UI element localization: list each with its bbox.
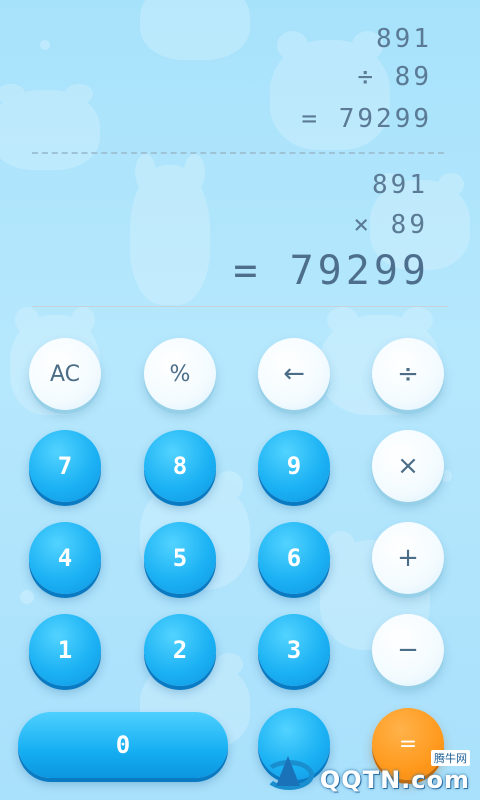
digit-2-label: 2 — [172, 636, 188, 664]
percent-label: % — [169, 361, 191, 387]
divide-button[interactable]: ÷ — [372, 338, 444, 410]
digit-7-label: 7 — [57, 452, 73, 480]
all-clear-button[interactable]: AC — [29, 338, 101, 410]
digit-1-button[interactable]: 1 — [29, 614, 101, 686]
digit-9-button[interactable]: 9 — [258, 430, 330, 502]
digit-5-button[interactable]: 5 — [144, 522, 216, 594]
minus-icon: − — [397, 635, 419, 665]
digit-6-label: 6 — [286, 544, 302, 572]
divide-icon: ÷ — [397, 359, 419, 389]
watermark-logo-icon — [263, 754, 316, 794]
watermark: 腾牛网 QQTN.com — [263, 750, 470, 794]
plus-button[interactable]: + — [372, 522, 444, 594]
current-operand-1: 891 — [372, 170, 428, 200]
all-clear-label: AC — [49, 361, 81, 387]
current-operand-2: × 89 — [353, 210, 428, 240]
watermark-chinese-text: 腾牛网 — [431, 750, 470, 766]
history-operand-1: 891 — [376, 24, 432, 54]
digit-8-button[interactable]: 8 — [144, 430, 216, 502]
digit-5-label: 5 — [172, 544, 188, 572]
watermark-site-text: QQTN.com — [319, 766, 470, 794]
digit-3-button[interactable]: 3 — [258, 614, 330, 686]
history-divider — [32, 152, 444, 154]
display-divider — [32, 306, 448, 307]
history-operand-2: ÷ 89 — [357, 62, 432, 92]
digit-8-label: 8 — [172, 452, 188, 480]
digit-7-button[interactable]: 7 — [29, 430, 101, 502]
digit-0-button[interactable]: 0 — [18, 712, 228, 778]
multiply-icon: × — [397, 451, 419, 481]
digit-3-label: 3 — [286, 636, 302, 664]
minus-button[interactable]: − — [372, 614, 444, 686]
digit-9-label: 9 — [286, 452, 302, 480]
background-dot-decoration — [20, 590, 34, 604]
digit-2-button[interactable]: 2 — [144, 614, 216, 686]
current-result: = 79299 — [233, 248, 430, 294]
digit-6-button[interactable]: 6 — [258, 522, 330, 594]
digit-1-label: 1 — [57, 636, 73, 664]
digit-4-button[interactable]: 4 — [29, 522, 101, 594]
plus-icon: + — [397, 543, 419, 573]
multiply-button[interactable]: × — [372, 430, 444, 502]
calculator-display: 891 ÷ 89 = 79299 891 × 89 = 79299 — [0, 0, 480, 310]
backspace-button[interactable]: ← — [258, 338, 330, 410]
digit-0-label: 0 — [115, 731, 131, 759]
history-result: = 79299 — [301, 104, 432, 134]
digit-4-label: 4 — [57, 544, 73, 572]
percent-button[interactable]: % — [144, 338, 216, 410]
backspace-arrow-icon: ← — [283, 359, 305, 389]
